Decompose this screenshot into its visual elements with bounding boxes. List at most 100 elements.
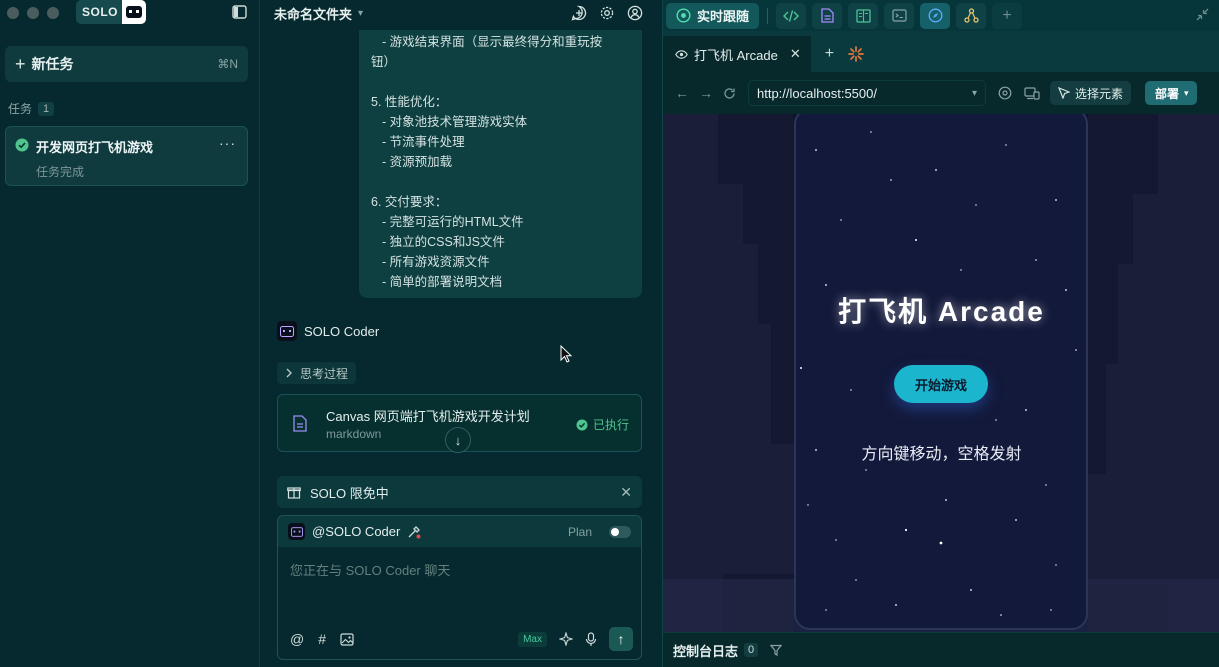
deploy-button[interactable]: 部署 ▾ — [1145, 81, 1197, 105]
terminal-icon[interactable] — [884, 2, 915, 29]
workflow-icon[interactable] — [956, 2, 987, 29]
user-message: - 游戏结束界面（显示最终得分和重玩按钮） 5. 性能优化： - 对象池技术管理游戏… — [359, 30, 642, 298]
hashtag-icon[interactable]: # — [318, 631, 326, 647]
sidebar-toggle-icon[interactable] — [232, 5, 247, 19]
start-game-button[interactable]: 开始游戏 — [894, 365, 988, 403]
add-panel-icon[interactable]: + — [992, 2, 1023, 29]
responsive-device-icon[interactable] — [1024, 86, 1040, 100]
plan-type: markdown — [326, 427, 382, 441]
live-icon — [676, 8, 691, 23]
select-element-label: 选择元素 — [1075, 86, 1124, 101]
close-tab-icon[interactable]: ✕ — [790, 46, 801, 62]
tasks-header-label: 任务 — [8, 102, 33, 116]
browser-compass-icon[interactable] — [920, 2, 951, 29]
plan-mode-toggle[interactable] — [609, 525, 631, 538]
task-status: 任务完成 — [36, 165, 85, 179]
message-line: - 完整可运行的HTML文件 — [382, 215, 524, 229]
new-tab-button[interactable]: + — [825, 45, 834, 63]
microphone-icon[interactable] — [585, 631, 597, 647]
chat-panel: 未命名文件夹 ▾ - 游戏结束界面（显示最终得分和重玩按 钮） 5. 性能优化： - … — [261, 0, 661, 667]
arrow-up-icon: ↑ — [617, 631, 625, 647]
message-line: - 对象池技术管理游戏实体 — [382, 115, 528, 129]
url-input[interactable]: http://localhost:5500/ ▾ — [748, 80, 986, 106]
message-line: - 资源预加载 — [382, 155, 453, 169]
plan-mode-label: Plan — [567, 524, 592, 539]
code-icon[interactable] — [776, 2, 807, 29]
chevron-down-icon: ▾ — [971, 87, 977, 99]
plus-icon: + — [15, 54, 26, 74]
message-input[interactable]: 您正在与 SOLO Coder 聊天 — [290, 560, 450, 579]
folder-name: 未命名文件夹 — [274, 7, 353, 22]
chevron-down-icon: ▾ — [358, 8, 364, 19]
task-item[interactable]: 开发网页打飞机游戏 ··· 任务完成 — [5, 126, 248, 186]
message-line: - 游戏结束界面（显示最终得分和重玩按 — [382, 35, 603, 49]
robot-icon — [288, 523, 305, 540]
check-circle-icon — [15, 138, 29, 152]
thinking-toggle[interactable]: 思考过程 — [277, 362, 357, 384]
tools-icon[interactable] — [407, 525, 421, 539]
collapse-panel-icon[interactable] — [1196, 8, 1209, 21]
chevron-down-icon: ▾ — [1184, 87, 1189, 98]
task-title: 开发网页打飞机游戏 — [36, 140, 154, 155]
image-icon[interactable] — [340, 632, 354, 646]
message-line: 5. 性能优化： — [371, 95, 448, 109]
filter-icon[interactable] — [770, 644, 783, 656]
message-line: - 节流事件处理 — [382, 135, 465, 149]
deploy-label: 部署 — [1155, 86, 1180, 101]
message-line: - 所有游戏资源文件 — [382, 255, 490, 269]
more-options-icon[interactable]: ··· — [219, 135, 236, 151]
console-bar[interactable]: 控制台日志 0 — [663, 632, 1219, 667]
message-line: - 独立的CSS和JS文件 — [382, 235, 505, 249]
scroll-down-button[interactable]: ↓ — [445, 427, 471, 453]
close-window-button[interactable] — [7, 7, 19, 19]
agent-name: SOLO Coder — [304, 323, 380, 339]
at-mention-icon[interactable]: @ — [290, 631, 304, 647]
preview-tab-title: 打飞机 Arcade — [694, 47, 778, 63]
app-logo: SOLO — [76, 0, 147, 24]
preview-panel: 实时跟随 + 打飞机 Arcade ✕ + ← → http://localho… — [662, 0, 1219, 667]
robot-icon — [122, 0, 147, 24]
select-element-button[interactable]: 选择元素 — [1050, 81, 1132, 105]
sidebar: SOLO + 新任务 ⌘N 任务 1 开发网页打飞机游戏 ··· 任务完成 — [0, 0, 260, 667]
new-task-shortcut: ⌘N — [217, 57, 238, 71]
loading-spark-icon — [848, 46, 864, 62]
forward-arrow-icon[interactable]: → — [699, 85, 713, 101]
folder-selector[interactable]: 未命名文件夹 ▾ — [274, 4, 363, 23]
game-preview[interactable]: 打飞机 Arcade 开始游戏 方向键移动，空格发射 — [663, 114, 1219, 632]
preview-tab[interactable]: 打飞机 Arcade ✕ — [663, 36, 811, 72]
tasks-header: 任务 1 — [8, 100, 55, 117]
live-follow-label: 实时跟随 — [697, 9, 750, 24]
agent-header: SOLO Coder — [277, 321, 379, 341]
toolbar-divider — [767, 7, 769, 24]
message-line: 钮） — [371, 55, 397, 69]
new-task-button[interactable]: + 新任务 ⌘N — [5, 46, 248, 82]
message-line: 6. 交付要求： — [371, 195, 448, 209]
new-chat-icon[interactable] — [571, 5, 587, 21]
cursor-select-icon — [1058, 87, 1070, 99]
refresh-icon[interactable] — [723, 87, 736, 100]
logo-text: SOLO — [76, 0, 123, 24]
minimize-window-button[interactable] — [27, 7, 39, 19]
console-count-badge: 0 — [744, 643, 759, 657]
plan-status: 已执行 — [576, 416, 629, 433]
browser-navbar: ← → http://localhost:5500/ ▾ 选择元素 部署 ▾ — [663, 72, 1219, 114]
chat-toolbar — [571, 5, 643, 21]
chat-composer: @SOLO Coder Plan 您正在与 SOLO Coder 聊天 @ # … — [277, 515, 642, 660]
preview-toolbar: 实时跟随 + — [663, 0, 1219, 31]
maximize-window-button[interactable] — [47, 7, 59, 19]
console-label: 控制台日志 — [673, 643, 739, 659]
document-icon[interactable] — [812, 2, 843, 29]
max-mode-badge[interactable]: Max — [518, 631, 547, 647]
close-icon[interactable]: ✕ — [620, 484, 632, 501]
compass-icon[interactable] — [998, 86, 1012, 100]
send-button[interactable]: ↑ — [609, 627, 633, 651]
gear-icon[interactable] — [599, 5, 615, 21]
sparkle-icon[interactable] — [559, 632, 573, 646]
chevron-right-icon — [285, 368, 293, 378]
book-icon[interactable] — [848, 2, 879, 29]
gift-icon — [287, 485, 301, 499]
live-follow-button[interactable]: 实时跟随 — [666, 2, 760, 29]
back-arrow-icon[interactable]: ← — [675, 85, 689, 101]
user-account-icon[interactable] — [627, 5, 643, 21]
agent-mention[interactable]: @SOLO Coder — [312, 524, 400, 539]
